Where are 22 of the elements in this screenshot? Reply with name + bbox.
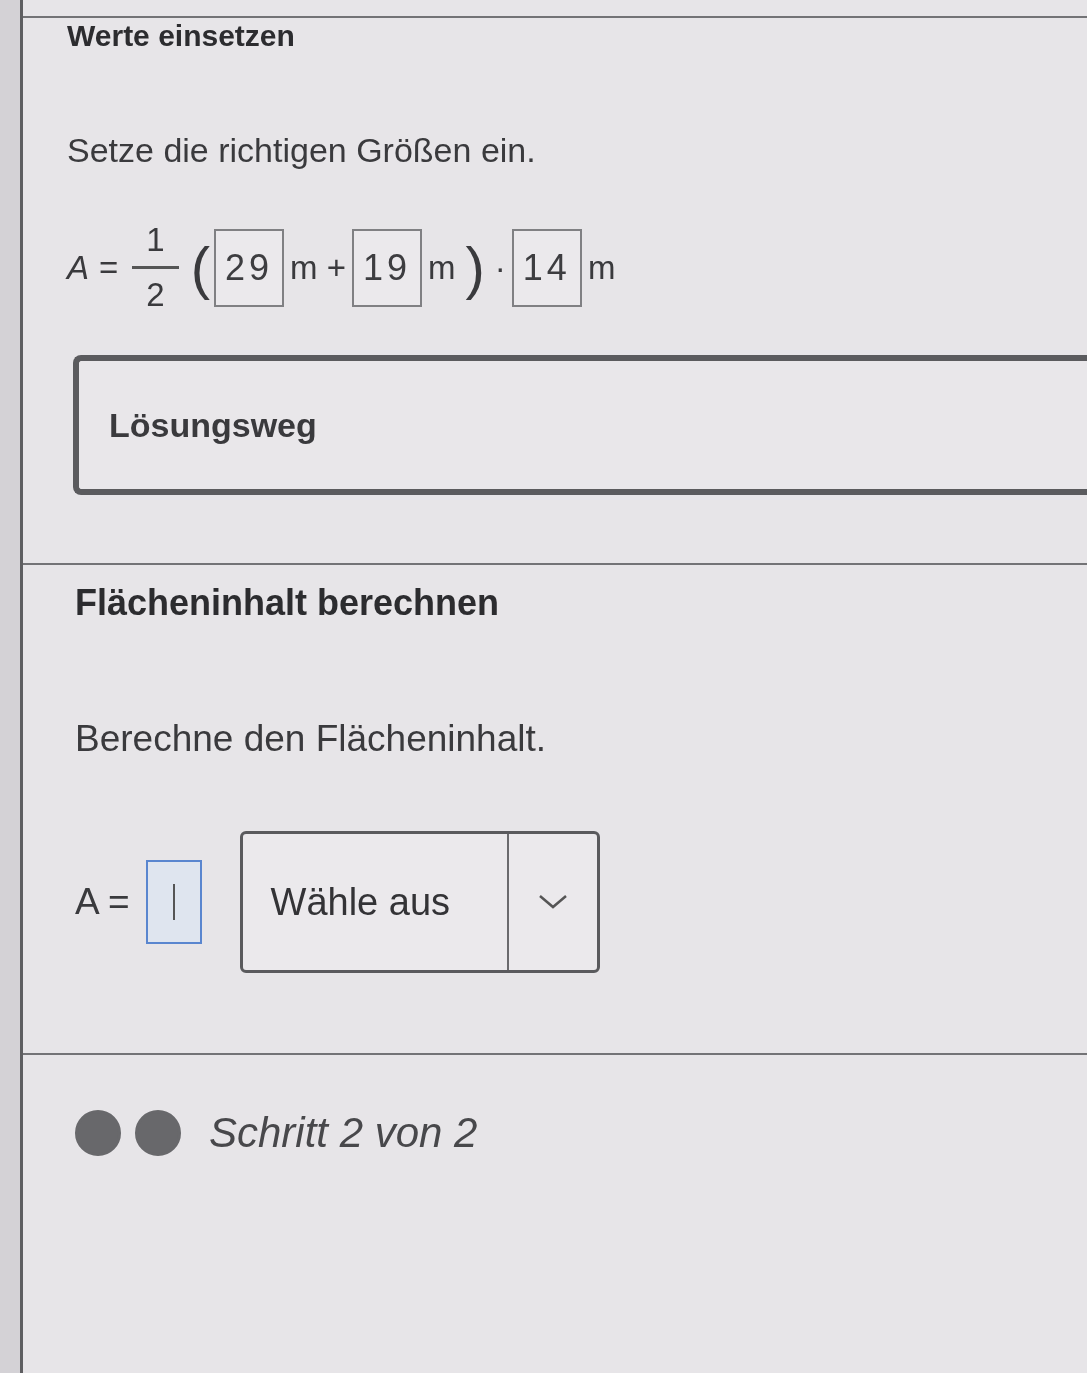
answer-box[interactable]: 29: [214, 228, 285, 307]
chevron-down-icon: [537, 894, 568, 910]
formula-text: A =: [75, 881, 130, 923]
formula-text: =: [99, 248, 119, 287]
answer-box[interactable]: 19: [351, 228, 422, 307]
fraction-denominator: 2: [146, 275, 165, 315]
section-heading: Werte einsetzen: [67, 18, 296, 54]
formula-text: m: [587, 248, 616, 287]
instruction-text: Berechne den Flächeninhalt.: [74, 717, 548, 761]
formula-text: ·: [494, 248, 506, 287]
answer-box[interactable]: [145, 860, 202, 944]
formula-variable: A: [67, 248, 89, 287]
step-counter: Schritt 2 von 2: [209, 1109, 478, 1157]
section-heading: Flächeninhalt berechnen: [74, 581, 501, 625]
unit-dropdown[interactable]: Wähle aus: [239, 831, 600, 973]
answer-box[interactable]: 14: [511, 228, 582, 307]
text-cursor: [172, 884, 175, 920]
fraction-numerator: 1: [132, 220, 179, 269]
instruction-text: Setze die richtigen Größen ein.: [67, 130, 537, 170]
formula-text: m +: [290, 248, 346, 287]
formula-text: m: [428, 248, 456, 287]
solution-button[interactable]: Lösungsweg: [73, 355, 1087, 495]
